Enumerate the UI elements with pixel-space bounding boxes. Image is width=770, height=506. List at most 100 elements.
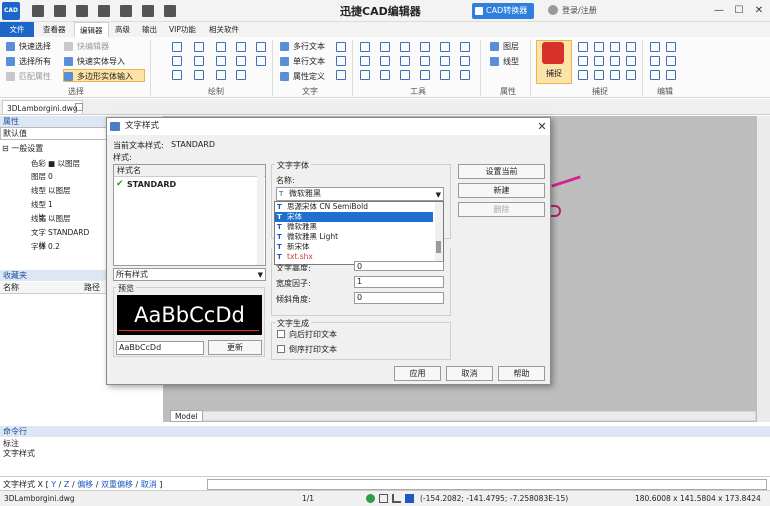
match-props-button[interactable]: 匹配属性: [6, 70, 51, 83]
cut-icon[interactable]: [666, 56, 676, 66]
grid-status-icon[interactable]: [379, 494, 388, 503]
paste-icon[interactable]: [650, 42, 660, 52]
close-icon[interactable]: ✕: [752, 4, 766, 18]
text-edit-icon[interactable]: [336, 56, 346, 66]
favorites-col-path[interactable]: 路径: [84, 282, 100, 294]
height-input[interactable]: 0: [354, 261, 444, 271]
command-option-y[interactable]: Y: [51, 480, 56, 489]
stretch-icon[interactable]: [460, 42, 470, 52]
dialog-close-icon[interactable]: ✕: [535, 118, 549, 135]
favorites-col-name[interactable]: 名称: [3, 282, 19, 294]
snap-parallel-icon[interactable]: [610, 70, 620, 80]
snap-intersection-icon[interactable]: [594, 56, 604, 66]
model-tab[interactable]: Model: [170, 410, 203, 422]
open-file-icon[interactable]: [54, 5, 66, 17]
cad-converter-button[interactable]: CAD转换器: [472, 3, 534, 19]
vertical-scrollbar[interactable]: [757, 116, 770, 422]
snap-endpoint-icon[interactable]: [578, 42, 588, 52]
fillet-icon[interactable]: [440, 56, 450, 66]
new-tab-icon[interactable]: [75, 103, 83, 111]
style-list-scrollbar[interactable]: [257, 166, 264, 265]
explode-icon[interactable]: [360, 70, 370, 80]
layer-button[interactable]: 图层: [490, 40, 519, 53]
update-button[interactable]: 更新: [208, 340, 262, 355]
snap-center-icon[interactable]: [610, 42, 620, 52]
scale-icon[interactable]: [440, 42, 450, 52]
command-input[interactable]: [207, 479, 767, 490]
line-icon[interactable]: [172, 42, 182, 52]
region-icon[interactable]: [256, 56, 266, 66]
multiline-text-button[interactable]: 多行文本: [280, 40, 325, 53]
rotate-icon[interactable]: [400, 42, 410, 52]
backward-checkbox[interactable]: [277, 330, 285, 338]
font-name-dropdown[interactable]: T 微软雅黑 ▼: [276, 187, 444, 201]
grid-icon[interactable]: [194, 70, 204, 80]
font-option[interactable]: 微软雅黑: [275, 222, 433, 232]
tab-editor[interactable]: 编辑器: [74, 22, 109, 37]
align-icon[interactable]: [460, 70, 470, 80]
extend-icon[interactable]: [380, 56, 390, 66]
font-option-selected[interactable]: 宋体: [275, 212, 433, 222]
move-icon[interactable]: [360, 42, 370, 52]
width-factor-input[interactable]: 1: [354, 276, 444, 288]
snap-midpoint-icon[interactable]: [594, 42, 604, 52]
copy-icon[interactable]: [380, 42, 390, 52]
join-icon[interactable]: [400, 70, 410, 80]
snap-perpendicular-icon[interactable]: [626, 56, 636, 66]
tab-advanced[interactable]: 高级: [110, 22, 135, 37]
new-style-button[interactable]: 新建: [458, 183, 545, 198]
redo-icon[interactable]: [164, 5, 176, 17]
upside-down-checkbox[interactable]: [277, 345, 285, 353]
document-tab[interactable]: 3DLamborgini.dwg: [2, 100, 83, 115]
dot-icon[interactable]: [216, 70, 226, 80]
mirror-icon[interactable]: [420, 42, 430, 52]
offset-icon[interactable]: [400, 56, 410, 66]
horizontal-scrollbar[interactable]: [196, 411, 756, 421]
command-option-double-offset[interactable]: 双重偏移: [101, 480, 133, 489]
tab-viewer[interactable]: 查看器: [38, 22, 71, 37]
lineweight-status-icon[interactable]: [405, 494, 414, 503]
singleline-text-button[interactable]: 单行文本: [280, 55, 325, 68]
snap-quadrant-icon[interactable]: [578, 56, 588, 66]
erase-icon[interactable]: [440, 70, 450, 80]
cancel-button[interactable]: 取消: [446, 366, 493, 381]
polyline-icon[interactable]: [194, 42, 204, 52]
minimize-icon[interactable]: —: [712, 4, 726, 18]
style-list-item[interactable]: STANDARD: [116, 179, 176, 189]
measure-icon[interactable]: [420, 70, 430, 80]
snap-status-icon[interactable]: [366, 494, 375, 503]
preview-text-input[interactable]: AaBbCcDd: [116, 341, 204, 355]
help-button[interactable]: 帮助: [498, 366, 545, 381]
new-file-icon[interactable]: [32, 5, 44, 17]
break-icon[interactable]: [380, 70, 390, 80]
command-option-z[interactable]: Z: [64, 480, 69, 489]
text-tool-icon[interactable]: [336, 70, 346, 80]
app-logo[interactable]: CAD: [2, 2, 20, 20]
hatch-icon[interactable]: [216, 56, 226, 66]
polygon-entity-input-button[interactable]: 多边形实体输入: [63, 69, 145, 82]
point-icon[interactable]: [172, 70, 182, 80]
apply-button[interactable]: 应用: [394, 366, 441, 381]
command-option-cancel[interactable]: 取消: [141, 480, 157, 489]
quick-select-button[interactable]: 快速选择: [6, 40, 51, 53]
snap-nearest-icon[interactable]: [594, 70, 604, 80]
undo-icon[interactable]: [142, 5, 154, 17]
snap-node-icon[interactable]: [626, 42, 636, 52]
copy-clip-icon[interactable]: [650, 56, 660, 66]
save-as-icon[interactable]: [98, 5, 110, 17]
quick-editor-button[interactable]: 快编辑器: [64, 40, 109, 53]
snap-insertion-icon[interactable]: [610, 56, 620, 66]
chamfer-icon[interactable]: [460, 56, 470, 66]
ray-icon[interactable]: [236, 70, 246, 80]
tab-file[interactable]: 文件: [0, 22, 34, 37]
quick-entity-import-button[interactable]: 快速实体导入: [64, 55, 125, 68]
tab-vip[interactable]: VIP功能: [164, 22, 201, 37]
undo-edit-icon[interactable]: [650, 70, 660, 80]
font-option[interactable]: 思源宋体 CN SemiBold: [275, 202, 433, 212]
command-option-offset[interactable]: 偏移: [77, 480, 93, 489]
text-style-icon[interactable]: [336, 42, 346, 52]
spline-icon[interactable]: [172, 56, 182, 66]
circle-icon[interactable]: [236, 42, 246, 52]
ortho-status-icon[interactable]: [392, 494, 401, 503]
select-all-button[interactable]: 选择所有: [6, 55, 51, 68]
